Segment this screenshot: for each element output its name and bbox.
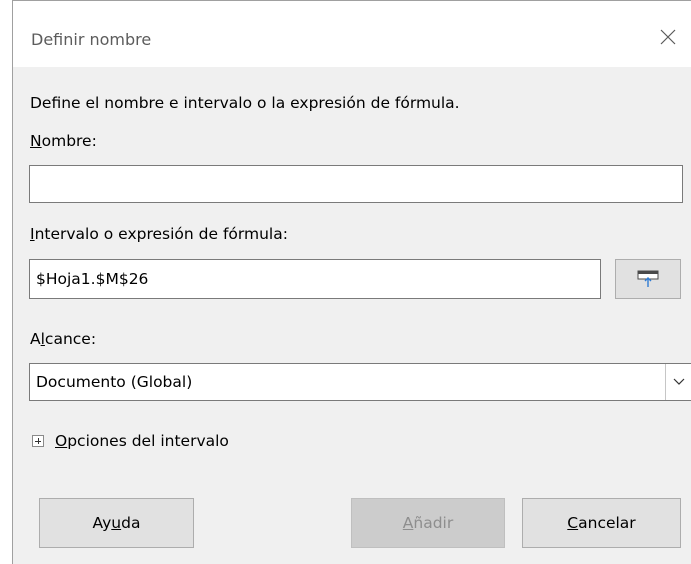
scope-dropdown-arrow[interactable]	[665, 364, 691, 400]
background-window-edge	[0, 0, 12, 564]
range-expression-input[interactable]: $Hoja1.$M$26	[29, 259, 601, 299]
cancel-button-label: Cancelar	[567, 514, 636, 532]
close-button[interactable]	[652, 21, 684, 53]
shrink-reference-icon	[637, 270, 659, 287]
title-bar: Definir nombre	[13, 1, 691, 67]
range-options-label: Opciones del intervalo	[55, 432, 229, 450]
chevron-down-icon	[673, 378, 684, 385]
range-expression-value: $Hoja1.$M$26	[36, 270, 149, 288]
range-options-expander[interactable]: Opciones del intervalo	[32, 432, 229, 450]
name-label: Nombre:	[30, 132, 97, 150]
expand-plus-icon	[32, 435, 44, 447]
shrink-reference-button[interactable]	[615, 259, 681, 299]
scope-select[interactable]: Documento (Global)	[29, 363, 691, 401]
dialog-description: Define el nombre e intervalo o la expres…	[30, 94, 460, 112]
add-button[interactable]: Añadir	[351, 498, 505, 548]
dialog-title: Definir nombre	[31, 30, 152, 49]
define-name-dialog: Definir nombre Define el nombre e interv…	[12, 0, 691, 564]
scope-label: Alcance:	[30, 330, 97, 348]
close-icon	[660, 29, 676, 45]
add-button-label: Añadir	[402, 514, 454, 532]
cancel-button[interactable]: Cancelar	[522, 498, 681, 548]
name-input[interactable]	[29, 165, 683, 203]
help-button[interactable]: Ayuda	[39, 498, 194, 548]
help-button-label: Ayuda	[92, 514, 141, 532]
scope-selected-value: Documento (Global)	[36, 373, 193, 391]
range-label: Intervalo o expresión de fórmula:	[30, 225, 288, 243]
